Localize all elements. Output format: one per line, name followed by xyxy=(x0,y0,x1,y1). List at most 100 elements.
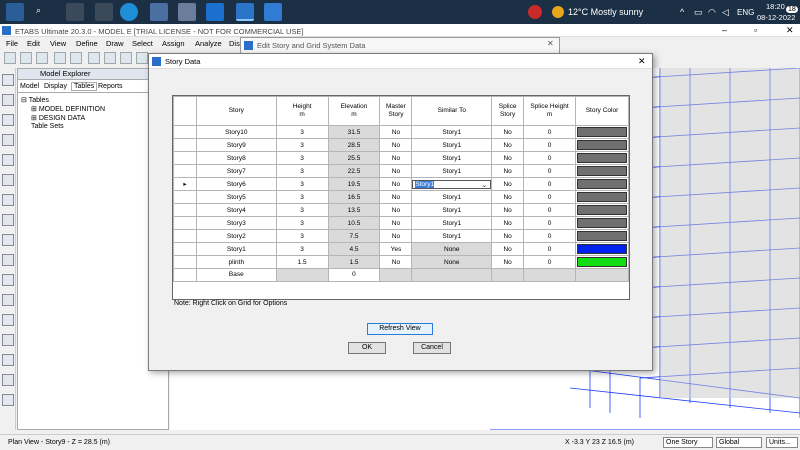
news-icon[interactable] xyxy=(528,5,542,19)
story-name-cell[interactable]: Story3 xyxy=(195,216,277,230)
files-icon[interactable] xyxy=(95,3,113,21)
draw-slab-icon[interactable] xyxy=(2,234,14,246)
coord-system-select[interactable]: Global xyxy=(716,437,762,448)
draw-brace-icon[interactable] xyxy=(2,174,14,186)
tree-model-definition[interactable]: ⊞ MODEL DEFINITION xyxy=(31,105,105,113)
story-name-cell[interactable]: Story4 xyxy=(195,203,277,217)
tab-tables[interactable]: Tables xyxy=(71,82,98,91)
story-color-cell[interactable] xyxy=(574,190,630,204)
splice-height-cell[interactable]: 0 xyxy=(523,151,576,165)
menu-analyze[interactable]: Analyze xyxy=(195,39,222,48)
zoom-icon[interactable] xyxy=(136,52,148,64)
height-cell[interactable]: 3 xyxy=(275,242,329,256)
master-story-cell[interactable]: No xyxy=(379,164,413,178)
cancel-button[interactable]: Cancel xyxy=(413,342,451,354)
splice-story-cell[interactable]: No xyxy=(491,125,525,139)
elevation-cell[interactable]: 13.5 xyxy=(327,203,381,217)
lock-icon[interactable] xyxy=(104,52,116,64)
table-row[interactable]: Story5 3 16.5 No Story1 No 0 xyxy=(173,190,630,204)
splice-story-cell[interactable]: No xyxy=(491,138,525,152)
draw-link-icon[interactable] xyxy=(2,294,14,306)
master-story-cell[interactable]: No xyxy=(379,177,413,191)
similar-to-cell[interactable]: Story1 xyxy=(411,151,493,165)
similar-to-cell[interactable]: Story1 xyxy=(411,216,493,230)
color-swatch[interactable] xyxy=(576,179,627,189)
tab-model[interactable]: Model xyxy=(20,83,39,90)
height-cell[interactable]: 3 xyxy=(275,164,329,178)
story-color-cell[interactable] xyxy=(574,268,630,282)
splice-story-cell[interactable]: No xyxy=(491,151,525,165)
color-swatch[interactable] xyxy=(576,218,627,228)
elevation-cell[interactable]: 7.5 xyxy=(327,229,381,243)
table-row[interactable]: plinth 1.5 1.5 No None No 0 xyxy=(173,255,630,269)
story-color-cell[interactable] xyxy=(574,125,630,139)
search-icon[interactable]: ⌕ xyxy=(36,5,41,16)
story-name-cell[interactable]: plinth xyxy=(195,255,277,269)
story-color-cell[interactable] xyxy=(574,138,630,152)
splice-story-cell[interactable]: No xyxy=(491,229,525,243)
similar-to-cell[interactable]: Story1 xyxy=(411,164,493,178)
start-icon[interactable] xyxy=(6,3,24,21)
elevation-cell[interactable]: 28.5 xyxy=(327,138,381,152)
story-name-cell[interactable]: Story6 xyxy=(195,177,277,191)
story-mode-select[interactable]: One Story xyxy=(663,437,713,448)
master-story-cell[interactable]: No xyxy=(379,190,413,204)
story-color-cell[interactable] xyxy=(574,216,630,230)
master-story-cell[interactable]: No xyxy=(379,255,413,269)
splice-story-cell[interactable]: No xyxy=(491,216,525,230)
menu-view[interactable]: View xyxy=(50,39,66,48)
refresh-view-button[interactable]: Refresh View xyxy=(367,323,433,335)
menu-select[interactable]: Select xyxy=(132,39,153,48)
table-row[interactable]: Story1 3 4.5 Yes None No 0 xyxy=(173,242,630,256)
chevron-down-icon[interactable]: ⌄ xyxy=(482,181,490,189)
splice-story-cell[interactable]: No xyxy=(491,177,525,191)
draw-column-icon[interactable] xyxy=(2,154,14,166)
splice-story-cell[interactable]: No xyxy=(491,255,525,269)
tree-tables[interactable]: ⊟ Tables xyxy=(21,96,49,104)
similar-to-dropdown[interactable]: Story1 ⌄ xyxy=(412,179,492,189)
color-swatch[interactable] xyxy=(576,153,627,163)
master-story-cell[interactable]: No xyxy=(379,203,413,217)
height-cell[interactable]: 1.5 xyxy=(275,255,329,269)
maximize-icon[interactable]: ▫ xyxy=(754,25,757,35)
draw-opening-icon[interactable] xyxy=(2,254,14,266)
similar-to-cell[interactable]: Story1 xyxy=(411,190,493,204)
story-name-cell[interactable]: Story9 xyxy=(195,138,277,152)
undo-icon[interactable] xyxy=(54,52,66,64)
close-icon[interactable]: ✕ xyxy=(786,25,794,36)
task-view-icon[interactable] xyxy=(66,3,84,21)
story-data-grid[interactable]: Story Height m Elevation m Master Story … xyxy=(172,95,630,300)
table-row[interactable]: ▸ Story6 3 19.5 No Story1 ⌄ No 0 xyxy=(173,177,630,191)
story-color-cell[interactable] xyxy=(574,242,630,256)
elevation-cell[interactable]: 0 xyxy=(327,268,381,282)
wifi-icon[interactable]: ◠ xyxy=(708,7,716,18)
color-swatch[interactable] xyxy=(576,192,627,202)
splice-story-cell[interactable]: No xyxy=(491,203,525,217)
height-cell[interactable]: 3 xyxy=(275,177,329,191)
table-row[interactable]: Base 0 xyxy=(173,268,630,282)
master-story-cell[interactable]: No xyxy=(379,151,413,165)
story-color-cell[interactable] xyxy=(574,164,630,178)
edge-icon[interactable] xyxy=(120,3,138,21)
new-model-icon[interactable] xyxy=(4,52,16,64)
elevation-cell[interactable]: 16.5 xyxy=(327,190,381,204)
volume-icon[interactable]: ◁ xyxy=(722,7,729,18)
splice-height-cell[interactable]: 0 xyxy=(523,203,576,217)
story-name-cell[interactable]: Story8 xyxy=(195,151,277,165)
master-story-cell[interactable]: Yes xyxy=(379,242,413,256)
pencil-icon[interactable] xyxy=(88,52,100,64)
splice-height-cell[interactable]: 0 xyxy=(523,190,576,204)
redo-icon[interactable] xyxy=(70,52,82,64)
teams-icon[interactable] xyxy=(150,3,168,21)
draw-tendon-icon[interactable] xyxy=(2,314,14,326)
height-cell[interactable]: 3 xyxy=(275,190,329,204)
master-story-cell[interactable]: No xyxy=(379,229,413,243)
table-row[interactable]: Story8 3 25.5 No Story1 No 0 xyxy=(173,151,630,165)
draw-dimension-icon[interactable] xyxy=(2,334,14,346)
network-icon[interactable]: ▭ xyxy=(694,7,703,18)
height-cell[interactable]: 3 xyxy=(275,151,329,165)
draw-wall-icon[interactable] xyxy=(2,214,14,226)
dialog-close-icon[interactable]: ✕ xyxy=(638,56,646,67)
clock-date[interactable]: 08-12-2022 xyxy=(757,13,795,22)
master-story-cell[interactable] xyxy=(379,268,413,282)
